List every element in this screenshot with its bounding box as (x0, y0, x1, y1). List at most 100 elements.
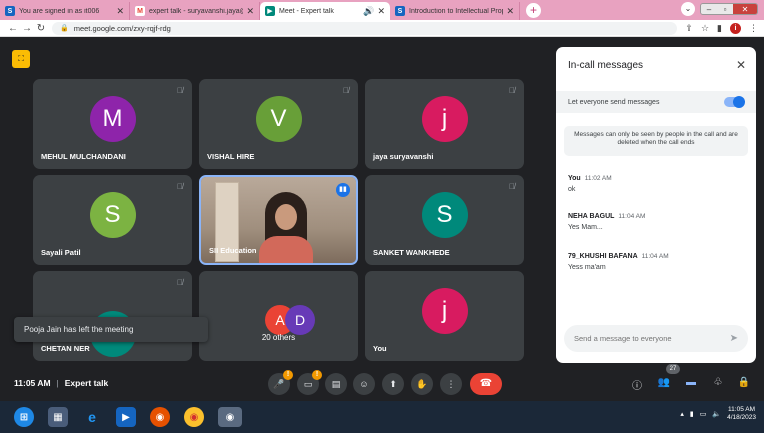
end-call-button[interactable]: ☎ (470, 373, 502, 395)
participant-name: MEHUL MULCHANDANI (41, 152, 126, 161)
tab-title: expert talk - suryavanshi.jaya@k (149, 7, 244, 15)
volume-icon[interactable]: 🔈 (712, 410, 721, 418)
raise-hand-button[interactable]: ✋ (411, 373, 433, 395)
self-tile[interactable]: j You (365, 271, 524, 361)
camera-toggle-button[interactable]: ▭! (297, 370, 322, 395)
message-text: Yess ma'am (568, 264, 606, 271)
tab-expert-talk-mail[interactable]: M expert talk - suryavanshi.jaya@k ✕ (130, 2, 260, 20)
tab-favicon: M (135, 6, 145, 16)
tab-signed-in[interactable]: S You are signed in as it006 ✕ (0, 2, 130, 20)
message-input[interactable] (574, 334, 730, 343)
people-icon[interactable]: 👥 (656, 377, 672, 388)
chrome-icon[interactable]: ◉ (184, 407, 204, 427)
participant-name: You (373, 344, 387, 353)
share-icon[interactable]: ⇪ (685, 23, 693, 34)
media-player-icon[interactable]: ▶ (116, 407, 136, 427)
captions-button[interactable]: ▤ (325, 373, 347, 395)
lock-icon[interactable]: 🔒 (60, 24, 69, 32)
divider: | (56, 378, 59, 388)
window-close-icon[interactable]: ✕ (733, 4, 757, 14)
system-clock[interactable]: 11:05 AM 4/18/2023 (727, 406, 756, 423)
participant-tile[interactable]: V 🎙̸ VISHAL HIRE (199, 79, 358, 169)
mic-muted-icon: 🎙̸ (343, 86, 349, 95)
meeting-details-icon[interactable]: ⓘ (629, 377, 645, 392)
url-text: meet.google.com/zxy-rqjf-rdg (73, 23, 171, 33)
meet-stage: ⛶ M 🎙̸ MEHUL MULCHANDANI V 🎙̸ VISHAL HIR… (0, 38, 764, 401)
send-icon[interactable]: ➤ (730, 333, 738, 344)
tab-meet-expert-talk[interactable]: ▶ Meet - Expert talk 🔊 ✕ (260, 2, 390, 20)
minimize-icon[interactable]: – (701, 4, 717, 14)
send-messages-toggle[interactable] (724, 96, 745, 108)
internet-explorer-icon[interactable]: e (82, 407, 102, 427)
side-panel-icon[interactable]: ▮ (717, 23, 722, 34)
message-header: NEHA BAGUL 11:04 AM (568, 213, 748, 220)
tab-title: Introduction to Intellectual Prope (409, 7, 504, 15)
start-button-icon[interactable]: ⊞ (14, 407, 34, 427)
emoji-reaction-button[interactable]: ☺ (353, 373, 375, 395)
mic-muted-icon: 🎙̸ (177, 278, 183, 287)
tab-close-icon[interactable]: ✕ (377, 6, 385, 17)
participant-name: VISHAL HIRE (207, 152, 255, 161)
tray-arrow-icon[interactable]: ▴ (680, 410, 684, 418)
tab-title: Meet - Expert talk (279, 7, 334, 15)
reload-icon[interactable]: ↻ (34, 23, 48, 34)
avatar: j (421, 95, 468, 142)
present-screen-button[interactable]: ⬆ (382, 373, 404, 395)
participant-tile[interactable]: j 🎙̸ jaya suryavanshi (365, 79, 524, 169)
panel-close-icon[interactable]: ✕ (736, 58, 746, 72)
mic-toggle-button[interactable]: 🎤! (268, 370, 293, 395)
mic-muted-icon: 🎙̸ (177, 86, 183, 95)
others-tile[interactable]: A D 20 others (199, 271, 358, 361)
tab-favicon: S (5, 6, 15, 16)
message-time: 11:04 AM (641, 253, 669, 260)
bookmark-star-icon[interactable]: ☆ (701, 23, 709, 34)
tab-close-icon[interactable]: ✕ (116, 6, 124, 17)
chat-icon[interactable]: ▬ (683, 377, 699, 388)
tab-search-chevron-icon[interactable]: ⌄ (681, 2, 695, 16)
participant-tile[interactable]: M 🎙̸ MEHUL MULCHANDANI (33, 79, 192, 169)
more-options-button[interactable]: ⋮ (440, 373, 462, 395)
browser-tab-strip: S You are signed in as it006 ✕ M expert … (0, 0, 764, 20)
toolbar-right: ⇪ ☆ ▮ i ⋮ (685, 22, 758, 34)
participant-name: SANKET WANKHEDE (373, 248, 450, 257)
tab-favicon: ▶ (265, 6, 275, 16)
back-arrow-icon[interactable]: ← (6, 23, 20, 34)
participant-video-tile[interactable]: ▮▮ SII Education (199, 175, 358, 265)
profile-avatar[interactable]: i (730, 22, 741, 34)
battery-icon[interactable]: ▭ (700, 410, 707, 418)
panel-title: In-call messages (568, 60, 644, 71)
file-explorer-icon[interactable]: ▦ (48, 407, 68, 427)
menu-dots-icon[interactable]: ⋮ (749, 23, 758, 34)
address-bar: ← → ↻ 🔒 meet.google.com/zxy-rqjf-rdg ⇪ ☆… (0, 20, 764, 37)
captions-off-icon[interactable]: ⛶ (12, 50, 30, 68)
participant-name: CHETAN NER (41, 344, 90, 353)
host-controls-icon[interactable]: 🔒 (736, 377, 752, 388)
others-count: 20 others (261, 333, 296, 342)
tab-audio-icon[interactable]: 🔊 (363, 6, 374, 17)
speaking-indicator-icon: ▮▮ (336, 183, 350, 197)
window-buttons: – ▫ ✕ (700, 3, 758, 15)
participant-tile[interactable]: S 🎙̸ Sayali Patil (33, 175, 192, 265)
message-time: 11:04 AM (618, 213, 646, 220)
chrome-active-window-icon[interactable]: ◉ (218, 407, 242, 427)
maximize-icon[interactable]: ▫ (717, 4, 733, 14)
tab-close-icon[interactable]: ✕ (246, 6, 254, 17)
participant-name: SII Education (209, 246, 257, 255)
network-icon[interactable]: ▮ (690, 410, 694, 418)
system-tray: ▴ ▮ ▭ 🔈 11:05 AM 4/18/2023 (680, 406, 756, 423)
url-field[interactable]: 🔒 meet.google.com/zxy-rqjf-rdg (52, 21, 678, 35)
firefox-icon[interactable]: ◉ (150, 407, 170, 427)
activities-icon[interactable]: ♧ (710, 377, 726, 388)
tab-intellectual-property[interactable]: S Introduction to Intellectual Prope ✕ (390, 2, 520, 20)
left-meeting-toast: Pooja Jain has left the meeting (14, 317, 208, 342)
avatar: V (255, 95, 302, 142)
participant-tile[interactable]: C 🎙̸ CHETAN NER (33, 271, 192, 361)
participant-tile[interactable]: S 🎙̸ SANKET WANKHEDE (365, 175, 524, 265)
people-count-badge: 27 (666, 364, 680, 374)
message-text: ok (568, 186, 576, 193)
chat-panel: In-call messages ✕ Let everyone send mes… (556, 47, 756, 363)
message-header: You 11:02 AM (568, 175, 748, 182)
tab-close-icon[interactable]: ✕ (506, 6, 514, 17)
new-tab-button[interactable]: + (526, 3, 541, 18)
forward-arrow-icon[interactable]: → (20, 23, 34, 34)
